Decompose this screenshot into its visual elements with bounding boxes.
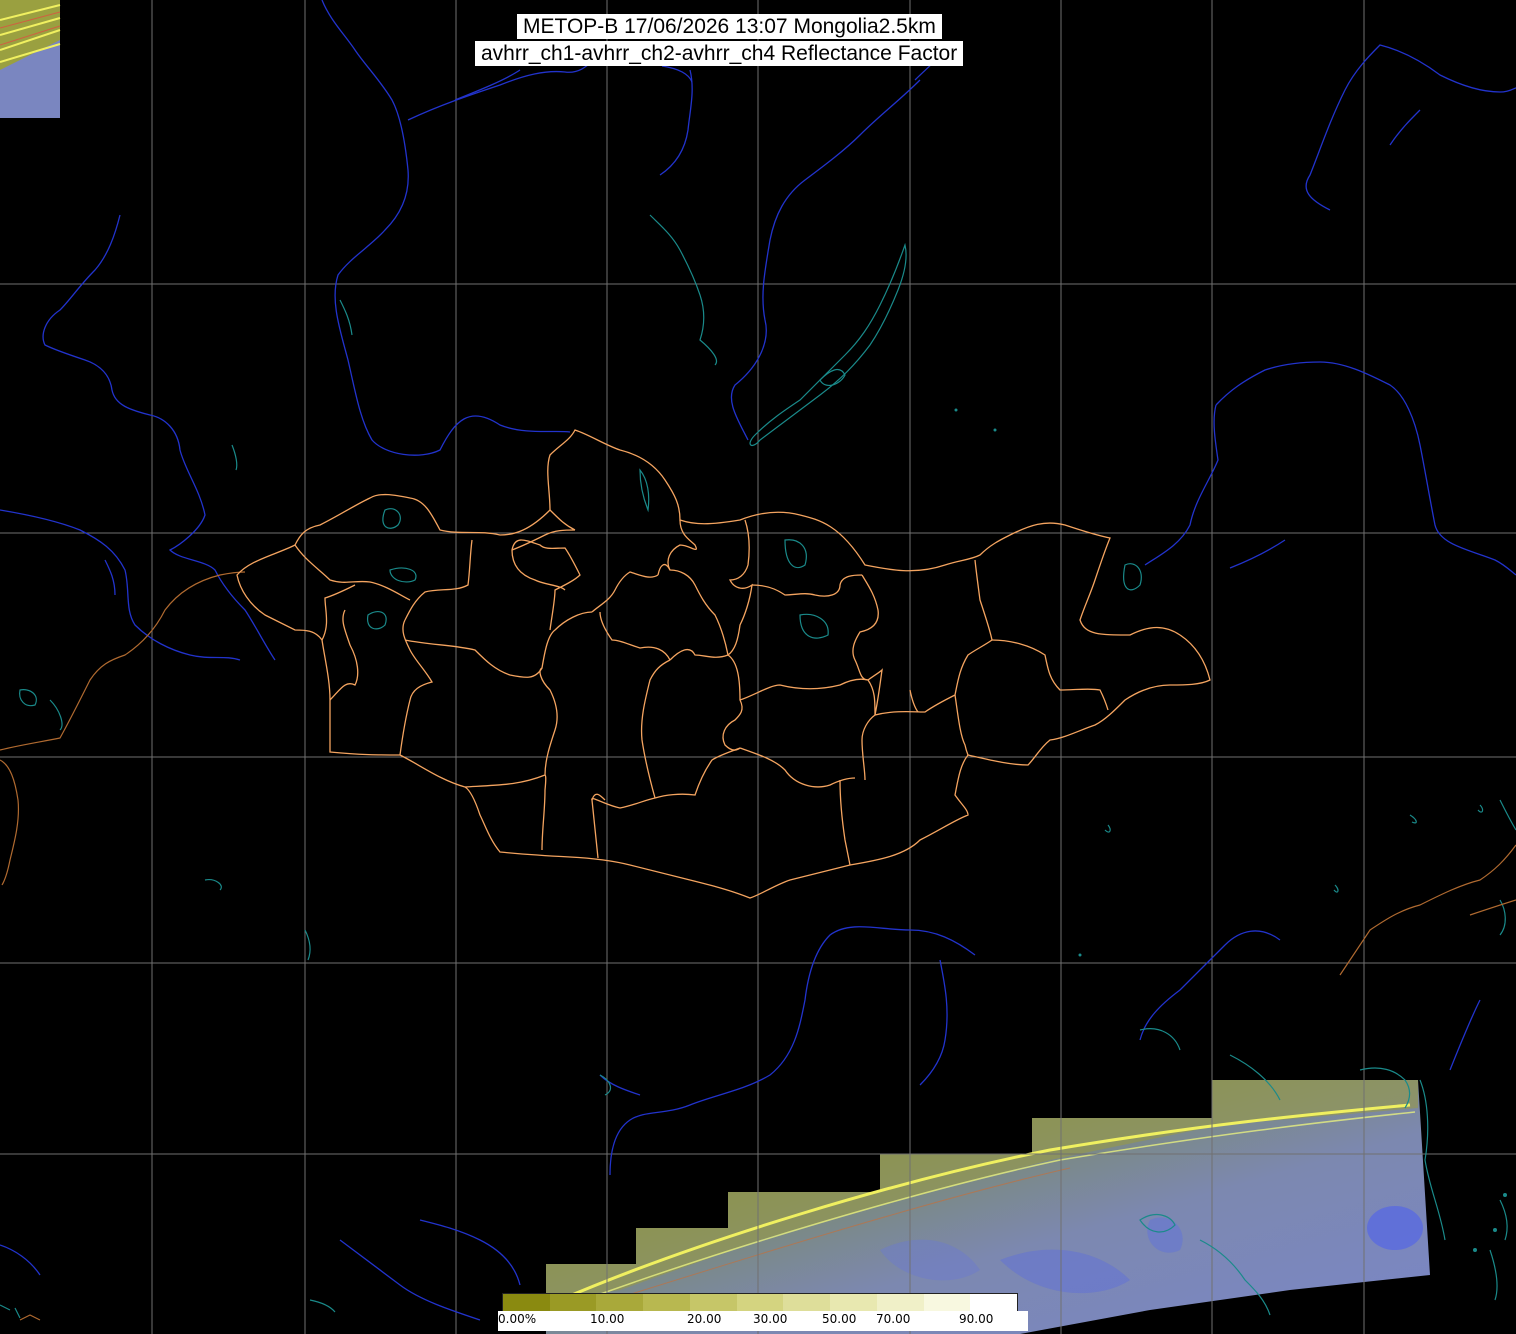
colorbar-segment xyxy=(503,1294,550,1312)
title-line-1: METOP-B 17/06/2026 13:07 Mongolia2.5km xyxy=(517,14,942,39)
colorbar-segment xyxy=(596,1294,644,1312)
colorbar-tick-label: 30.00 xyxy=(753,1312,788,1326)
colorbar-segment xyxy=(830,1294,877,1312)
colorbar-tick-label: 10.00 xyxy=(590,1312,625,1326)
colorbar-labels: 0.00% 10.00 20.00 30.00 50.00 70.00 90.00 xyxy=(498,1311,1028,1331)
colorbar xyxy=(502,1293,1018,1313)
colorbar-segment xyxy=(923,1294,971,1312)
colorbar-tick-label: 0.00% xyxy=(498,1312,537,1326)
satellite-map xyxy=(0,0,1516,1334)
colorbar-tick-label: 70.00 xyxy=(876,1312,911,1326)
inset-swath xyxy=(0,0,61,118)
colorbar-tick-label: 90.00 xyxy=(959,1312,994,1326)
colorbar-segment xyxy=(643,1294,690,1312)
colorbar-tick-label: 20.00 xyxy=(687,1312,722,1326)
colorbar-segment xyxy=(876,1294,924,1312)
colorbar-segment xyxy=(736,1294,784,1312)
colorbar-segment xyxy=(549,1294,597,1312)
colorbar-segment xyxy=(783,1294,831,1312)
colorbar-segment xyxy=(689,1294,737,1312)
title-line-2: avhrr_ch1-avhrr_ch2-avhrr_ch4 Reflectanc… xyxy=(475,41,964,66)
colorbar-tick-label: 50.00 xyxy=(822,1312,857,1326)
colorbar-segment xyxy=(970,1294,1018,1312)
